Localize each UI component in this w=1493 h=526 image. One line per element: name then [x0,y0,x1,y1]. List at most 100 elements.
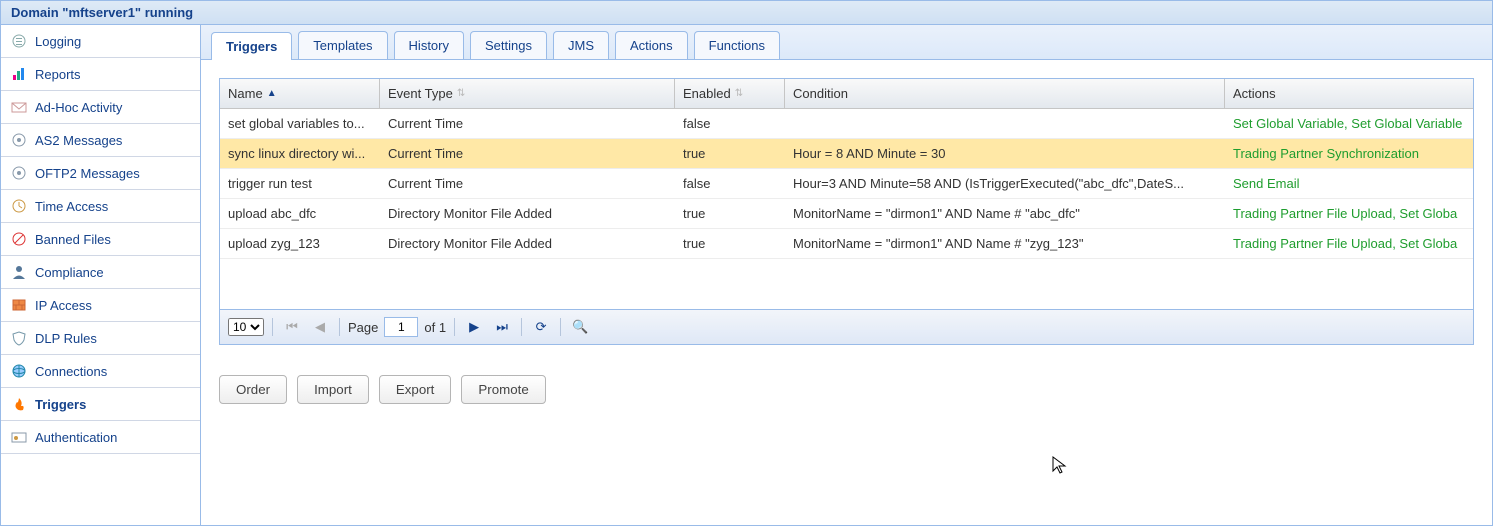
grid-header: Name ▲ Event Type ⇅ Enabled ⇅ Condition [220,79,1473,109]
table-row[interactable]: sync linux directory wi...Current Timetr… [220,139,1473,169]
cell-enabled: true [675,139,785,168]
cell-condition [785,109,1225,138]
cell-actions: Send Email [1225,169,1473,198]
sidebar-item-dlp-rules[interactable]: DLP Rules [1,322,200,355]
cell-actions: Trading Partner File Upload, Set Globa [1225,199,1473,228]
first-page-button[interactable]: ⏮ [281,316,303,338]
cell-enabled: true [675,229,785,258]
shield-icon [11,330,27,346]
table-row[interactable]: trigger run testCurrent TimefalseHour=3 … [220,169,1473,199]
sort-icon: ⇅ [735,88,743,99]
sidebar-item-reports[interactable]: Reports [1,58,200,91]
sidebar-item-ad-hoc-activity[interactable]: Ad-Hoc Activity [1,91,200,124]
cell-event: Current Time [380,109,675,138]
cell-enabled: true [675,199,785,228]
cell-name: set global variables to... [220,109,380,138]
promote-button[interactable]: Promote [461,375,545,404]
col-header-event-label: Event Type [388,86,453,101]
grid-body: set global variables to...Current Timefa… [220,109,1473,259]
cell-condition: Hour = 8 AND Minute = 30 [785,139,1225,168]
key-icon [11,429,27,445]
sidebar-item-triggers[interactable]: Triggers [1,388,200,421]
refresh-button[interactable]: ⟳ [530,316,552,338]
tab-settings[interactable]: Settings [470,31,547,59]
sidebar-item-time-access[interactable]: Time Access [1,190,200,223]
sidebar-item-label: Ad-Hoc Activity [35,100,122,115]
sidebar-item-banned-files[interactable]: Banned Files [1,223,200,256]
page-label: Page [348,320,378,335]
col-header-name[interactable]: Name ▲ [220,79,380,108]
cell-event: Current Time [380,169,675,198]
prev-page-button[interactable]: ◀ [309,316,331,338]
cell-name: upload zyg_123 [220,229,380,258]
page-size-select[interactable]: 10 [228,318,264,336]
page-of-label: of 1 [424,320,446,335]
fire-icon [11,396,27,412]
sidebar: Logging Reports Ad-Hoc Activity AS2 Message… [1,25,201,525]
col-header-name-label: Name [228,86,263,101]
cell-event: Directory Monitor File Added [380,199,675,228]
window-title: Domain "mftserver1" running [1,1,1492,25]
cell-condition: MonitorName = "dirmon1" AND Name # "abc_… [785,199,1225,228]
cell-event: Directory Monitor File Added [380,229,675,258]
sidebar-item-logging[interactable]: Logging [1,25,200,58]
cell-name: upload abc_dfc [220,199,380,228]
msg-icon [11,132,27,148]
ban-icon [11,231,27,247]
sidebar-item-label: Logging [35,34,81,49]
sidebar-item-connections[interactable]: Connections [1,355,200,388]
cell-condition: MonitorName = "dirmon1" AND Name # "zyg_… [785,229,1225,258]
tab-templates[interactable]: Templates [298,31,387,59]
order-button[interactable]: Order [219,375,287,404]
sidebar-item-label: DLP Rules [35,331,97,346]
tab-actions[interactable]: Actions [615,31,688,59]
page-number-input[interactable] [384,317,418,337]
chart-icon [11,66,27,82]
col-header-actions[interactable]: Actions [1225,79,1473,108]
pager: 10 ⏮ ◀ Page of 1 ▶ ⏭ ⟳ 🔍 [220,309,1473,344]
cell-condition: Hour=3 AND Minute=58 AND (IsTriggerExecu… [785,169,1225,198]
sidebar-item-label: Authentication [35,430,117,445]
cell-actions: Trading Partner Synchronization [1225,139,1473,168]
next-page-button[interactable]: ▶ [463,316,485,338]
user-icon [11,264,27,280]
cell-name: sync linux directory wi... [220,139,380,168]
col-header-enabled[interactable]: Enabled ⇅ [675,79,785,108]
clock-icon [11,198,27,214]
search-button[interactable]: 🔍 [569,316,591,338]
sidebar-item-authentication[interactable]: Authentication [1,421,200,454]
sidebar-item-label: Reports [35,67,81,82]
import-button[interactable]: Import [297,375,369,404]
sidebar-item-label: IP Access [35,298,92,313]
cell-actions: Trading Partner File Upload, Set Globa [1225,229,1473,258]
cell-event: Current Time [380,139,675,168]
msg-icon [11,165,27,181]
mail-icon [11,99,27,115]
last-page-button[interactable]: ⏭ [491,316,513,338]
triggers-grid: Name ▲ Event Type ⇅ Enabled ⇅ Condition [219,78,1474,345]
table-row[interactable]: upload zyg_123Directory Monitor File Add… [220,229,1473,259]
table-row[interactable]: set global variables to...Current Timefa… [220,109,1473,139]
export-button[interactable]: Export [379,375,452,404]
sidebar-item-compliance[interactable]: Compliance [1,256,200,289]
sidebar-item-label: AS2 Messages [35,133,122,148]
sidebar-item-oftp2-messages[interactable]: OFTP2 Messages [1,157,200,190]
tab-triggers[interactable]: Triggers [211,32,292,60]
sidebar-item-as2-messages[interactable]: AS2 Messages [1,124,200,157]
sidebar-item-label: Connections [35,364,107,379]
col-header-condition[interactable]: Condition [785,79,1225,108]
sidebar-item-label: OFTP2 Messages [35,166,140,181]
tab-history[interactable]: History [394,31,464,59]
col-header-enabled-label: Enabled [683,86,731,101]
table-row[interactable]: upload abc_dfcDirectory Monitor File Add… [220,199,1473,229]
sidebar-item-ip-access[interactable]: IP Access [1,289,200,322]
cell-actions: Set Global Variable, Set Global Variable [1225,109,1473,138]
tab-functions[interactable]: Functions [694,31,780,59]
cell-enabled: false [675,169,785,198]
sidebar-item-label: Triggers [35,397,86,412]
bottom-toolbar: Order Import Export Promote [219,375,1474,404]
sidebar-item-label: Compliance [35,265,104,280]
cell-enabled: false [675,109,785,138]
tab-jms[interactable]: JMS [553,31,609,59]
col-header-event[interactable]: Event Type ⇅ [380,79,675,108]
